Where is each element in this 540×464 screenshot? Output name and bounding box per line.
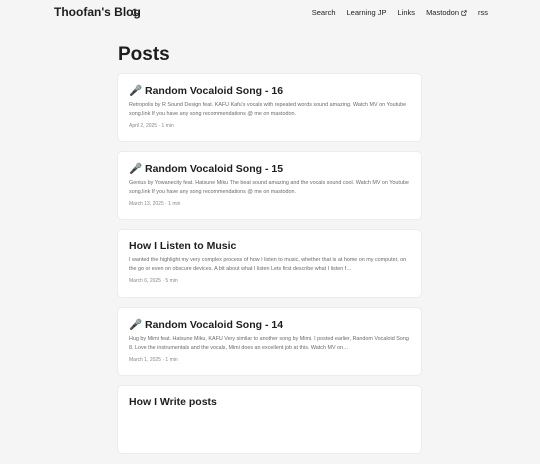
menu-item-learning-jp[interactable]: Learning JP — [347, 8, 387, 17]
external-link-icon — [461, 9, 467, 16]
post-card[interactable]: How I Listen to Music I wanted the highl… — [118, 230, 421, 297]
post-meta: March 6, 2025 · 5 min — [129, 278, 178, 284]
post-title: 🎤 Random Vocaloid Song - 16 — [129, 85, 284, 97]
moon-icon[interactable] — [131, 8, 140, 17]
post-excerpt: Genius by Yowanecity feat. Hatsune Miku … — [129, 180, 409, 195]
menu-item-label: Links — [397, 8, 416, 17]
post-excerpt: I wanted the highlight my very complex p… — [129, 257, 407, 272]
post-meta: April 2, 2025 · 1 min — [129, 123, 174, 129]
post-title: How I Write posts — [129, 396, 217, 408]
post-card[interactable]: 🎤 Random Vocaloid Song - 14 Hug by Mimi … — [118, 308, 421, 375]
menu-item-mastodon[interactable]: Mastodon — [426, 8, 467, 17]
menu-item-label: Learning JP — [346, 8, 387, 17]
main-menu: Search Learning JP Links Mastodon rss — [301, 8, 488, 17]
site-logo[interactable]: Thoofan's Blog — [54, 5, 141, 19]
menu-item-search[interactable]: Search — [312, 8, 336, 17]
post-card[interactable]: 🎤 Random Vocaloid Song - 16 Retropolis b… — [118, 74, 421, 141]
page-title: Posts — [118, 44, 170, 65]
menu-item-links[interactable]: Links — [398, 8, 416, 17]
post-meta: March 1, 2025 · 1 min — [129, 357, 178, 363]
post-title: How I Listen to Music — [129, 240, 237, 252]
post-title: 🎤 Random Vocaloid Song - 15 — [129, 163, 284, 175]
post-excerpt — [129, 412, 410, 430]
post-title: 🎤 Random Vocaloid Song - 14 — [129, 319, 284, 331]
menu-item-rss[interactable]: rss — [478, 8, 488, 17]
post-excerpt: Retropolis by R Sound Design feat. KAFU … — [129, 102, 407, 117]
post-meta: March 13, 2025 · 1 min — [129, 201, 181, 207]
site-header: Thoofan's Blog Search Learning JP Links … — [0, 0, 540, 26]
post-card[interactable]: How I Write posts — [118, 386, 421, 453]
menu-item-label: rss — [478, 8, 488, 17]
post-excerpt: Hug by Mimi feat. Hatsune Miku, KAFU Ver… — [129, 336, 409, 351]
post-card[interactable]: 🎤 Random Vocaloid Song - 15 Genius by Yo… — [118, 152, 421, 219]
menu-item-label: Search — [311, 8, 336, 17]
menu-item-label: Mastodon — [426, 8, 459, 17]
post-list: 🎤 Random Vocaloid Song - 16 Retropolis b… — [118, 74, 421, 464]
